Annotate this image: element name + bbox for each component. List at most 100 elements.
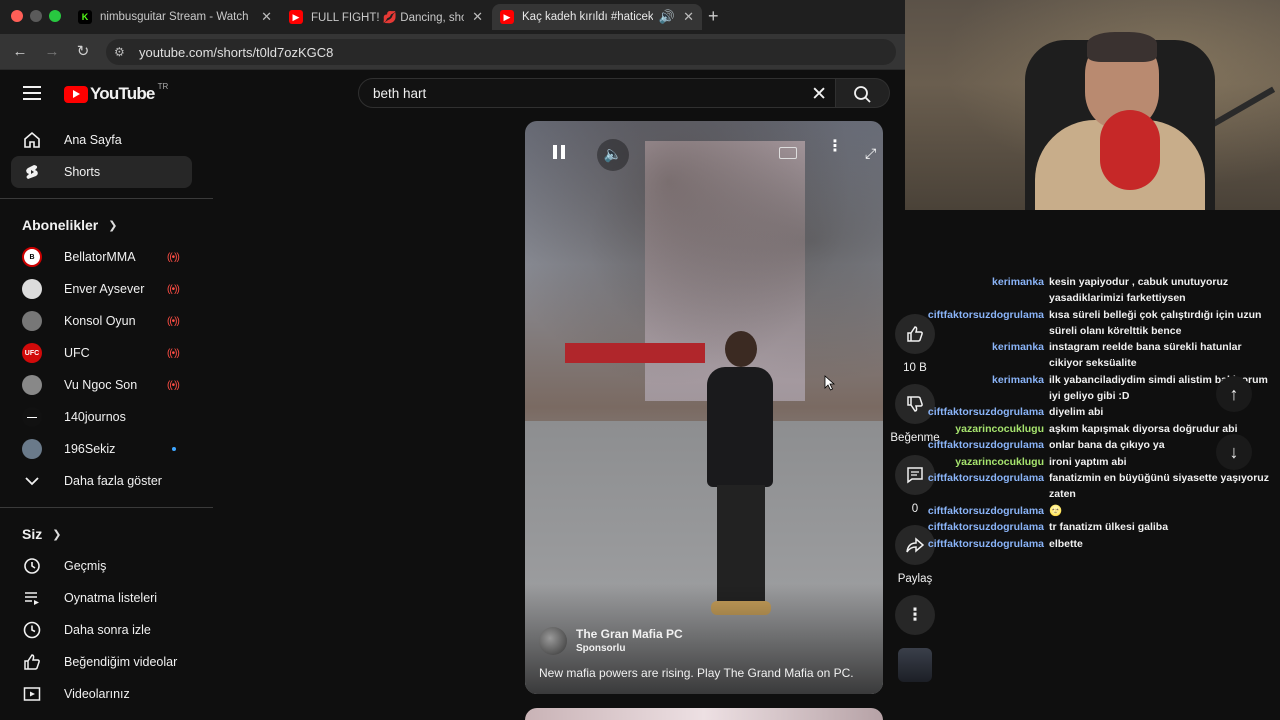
playlists-icon — [22, 588, 42, 608]
minimize-window-button[interactable] — [30, 10, 42, 22]
sidebar-item-enver-aysever[interactable]: Enver Aysever ((•)) — [0, 273, 213, 305]
sidebar-item-140journos[interactable]: — 140journos — [0, 401, 213, 433]
browser-tab-kick[interactable]: K nimbusguitar Stream - Watch ✕ — [70, 4, 280, 30]
chevron-right-icon: ❯ — [108, 219, 118, 232]
video-frame-singer — [697, 331, 787, 621]
sidebar-item-vu-ngoc-son[interactable]: Vu Ngoc Son ((•)) — [0, 369, 213, 401]
tab-title: nimbusguitar Stream - Watch — [100, 11, 249, 23]
logo-text: YouTube — [90, 84, 155, 103]
clear-search-icon[interactable]: ✕ — [811, 83, 827, 106]
chat-username[interactable]: kerimanka — [905, 339, 1049, 371]
close-tab-icon[interactable]: ✕ — [261, 9, 272, 25]
mouse-cursor-icon — [824, 375, 836, 391]
avatar: UFC — [22, 343, 42, 363]
maximize-window-button[interactable] — [49, 10, 61, 22]
liked-icon — [22, 652, 42, 672]
arrow-up-icon[interactable]: ↑ — [1216, 376, 1252, 412]
sidebar-item-watch-later[interactable]: Daha sonra izle — [0, 614, 213, 646]
sidebar-item-playlists[interactable]: Oynatma listeleri — [0, 582, 213, 614]
shorts-icon — [22, 162, 42, 182]
browser-tab-full-fight[interactable]: ▶ FULL FIGHT! 💋 Dancing, sho ✕ — [281, 4, 491, 30]
avatar — [22, 439, 42, 459]
chat-username[interactable]: ciftfaktorsuzdogrulama — [905, 437, 1049, 453]
sidebar-item-ufc[interactable]: UFC UFC ((•)) — [0, 337, 213, 369]
youtube-logo[interactable]: YouTube TR — [64, 82, 168, 104]
sponsored-label: Sponsorlu — [576, 643, 626, 654]
sidebar-item-shorts[interactable]: Shorts — [11, 156, 192, 188]
sidebar-item-label: Beğendiğim videolar — [64, 655, 178, 669]
sidebar-item-home[interactable]: Ana Sayfa — [0, 124, 213, 156]
sidebar-item-label: Oynatma listeleri — [64, 591, 158, 605]
chat-username[interactable]: ciftfaktorsuzdogrulama — [905, 470, 1049, 502]
browser-toolbar: ← → ↻ ⚙ youtube.com/shorts/t0ld7ozKGC8 — [0, 34, 905, 70]
chat-username[interactable]: yazarincocuklugu — [905, 421, 1049, 437]
forward-arrow-icon[interactable]: → — [42, 42, 62, 62]
chat-message: ciftfaktorsuzdogrulama kısa süreli belleğ… — [905, 307, 1280, 339]
more-actions-button[interactable]: ⋮ — [893, 595, 937, 635]
chat-username[interactable]: yazarincocuklugu — [905, 454, 1049, 470]
search-icon — [854, 86, 871, 103]
sidebar-item-konsol-oyun[interactable]: Konsol Oyun ((•)) — [0, 305, 213, 337]
sidebar-item-your-videos[interactable]: Videolarınız — [0, 678, 213, 710]
streamer-hand — [1100, 110, 1160, 190]
sidebar-item-label: BellatorMMA — [64, 250, 136, 264]
more-vertical-icon: ⋮ — [895, 595, 935, 635]
history-icon — [22, 556, 42, 576]
chat-text: kesin yapiyodur , cabuk unutuyoruz yasad… — [1049, 276, 1229, 304]
sidebar-item-bellatormma[interactable]: B BellatorMMA ((•)) — [0, 241, 213, 273]
show-more-button[interactable]: Daha fazla göster — [0, 465, 213, 497]
browser-tab-active[interactable]: ▶ Kaç kadeh kırıldı #haticek 🔊 ✕ — [492, 4, 702, 30]
close-tab-icon[interactable]: ✕ — [472, 9, 483, 25]
sidebar-item-history[interactable]: Geçmiş — [0, 550, 213, 582]
captions-icon[interactable] — [779, 147, 797, 159]
chat-text: tr fanatizm ülkesi galiba — [1049, 521, 1169, 533]
chat-username[interactable]: ciftfaktorsuzdogrulama — [905, 307, 1049, 339]
you-heading[interactable]: Siz ❯ — [0, 518, 213, 550]
sidebar-item-196sekiz[interactable]: 196Sekiz — [0, 433, 213, 465]
subscriptions-heading[interactable]: Abonelikler ❯ — [0, 209, 213, 241]
reload-icon[interactable]: ↻ — [73, 42, 93, 62]
avatar — [22, 375, 42, 395]
search-input[interactable]: beth hart ✕ — [358, 78, 836, 108]
sidebar-item-label: UFC — [64, 346, 90, 360]
video-frame-awning — [565, 343, 705, 363]
chat-message: yazarincocuklugu aşkım kapışmak diyorsa d… — [905, 421, 1280, 437]
chat-overlay: kerimanka kesin yapiyodur , cabuk unutuyo… — [905, 274, 1280, 552]
shorts-video-player[interactable]: 🔈 ⋮ ⤢ The Gran Mafia PC Sponsorlu New ma… — [525, 121, 883, 694]
sidebar-item-label: 140journos — [64, 410, 126, 424]
screen: K nimbusguitar Stream - Watch ✕ ▶ FULL F… — [0, 0, 1280, 720]
address-bar[interactable]: ⚙ youtube.com/shorts/t0ld7ozKGC8 — [106, 39, 896, 65]
site-settings-icon[interactable]: ⚙ — [114, 45, 128, 59]
chevron-down-icon — [22, 471, 42, 491]
more-options-icon[interactable]: ⋮ — [827, 139, 843, 155]
chat-username[interactable]: kerimanka — [905, 372, 1049, 404]
new-tab-button[interactable]: + — [708, 6, 719, 27]
share-label: Paylaş — [897, 573, 933, 585]
search-button[interactable] — [836, 78, 890, 108]
close-tab-icon[interactable]: ✕ — [683, 9, 694, 25]
chat-username[interactable]: ciftfaktorsuzdogrulama — [905, 519, 1049, 535]
chevron-right-icon: ❯ — [52, 528, 62, 541]
chat-username[interactable]: ciftfaktorsuzdogrulama — [905, 536, 1049, 552]
chat-username[interactable]: kerimanka — [905, 274, 1049, 306]
fullscreen-icon[interactable]: ⤢ — [865, 145, 876, 162]
arrow-down-icon[interactable]: ↓ — [1216, 434, 1252, 470]
channel-thumbnail[interactable] — [898, 648, 932, 682]
live-icon: ((•)) — [167, 379, 180, 391]
live-icon: ((•)) — [167, 347, 180, 359]
tab-audio-icon[interactable]: 🔊 — [659, 9, 675, 25]
pause-button[interactable] — [553, 145, 569, 164]
advertiser-avatar[interactable] — [539, 627, 567, 655]
sidebar-item-liked-videos[interactable]: Beğendiğim videolar — [0, 646, 213, 678]
back-arrow-icon[interactable]: ← — [10, 42, 30, 62]
menu-icon[interactable] — [23, 86, 41, 100]
volume-icon[interactable]: 🔈 — [597, 139, 629, 171]
close-window-button[interactable] — [11, 10, 23, 22]
next-short-preview[interactable] — [525, 708, 883, 720]
sidebar-item-label: Shorts — [64, 165, 101, 179]
live-icon: ((•)) — [167, 283, 180, 295]
chat-username[interactable]: ciftfaktorsuzdogrulama — [905, 503, 1049, 519]
ad-title[interactable]: The Gran Mafia PC — [576, 627, 683, 641]
streamer-hair — [1087, 32, 1157, 62]
chat-username[interactable]: ciftfaktorsuzdogrulama — [905, 404, 1049, 420]
